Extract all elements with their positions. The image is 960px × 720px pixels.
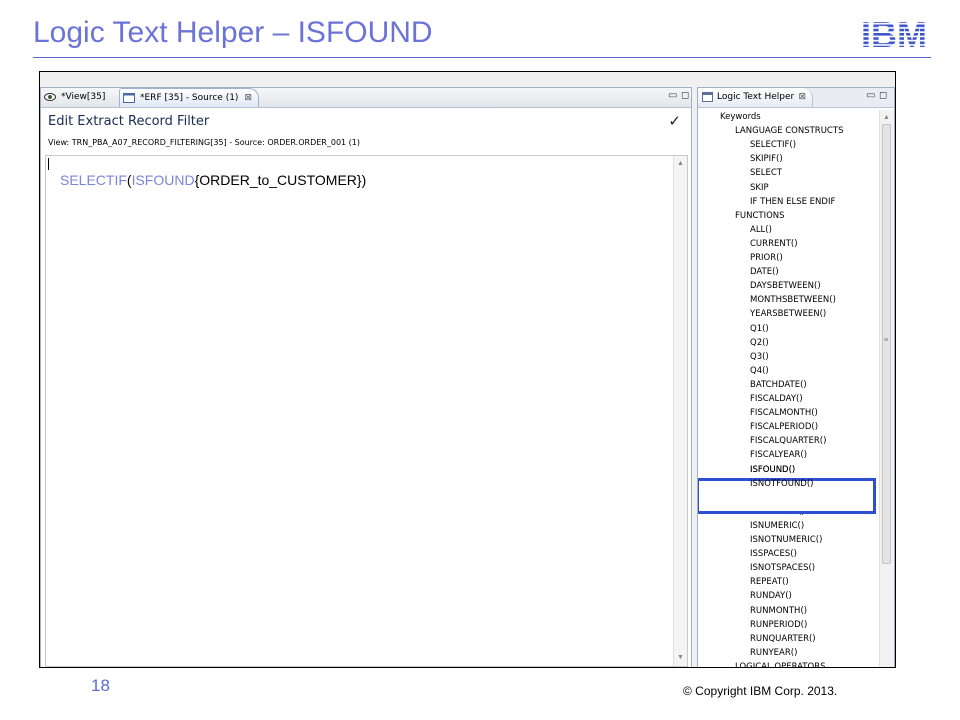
tree-item[interactable]: SELECT: [750, 166, 782, 180]
tree-item[interactable]: ISNOTNUMERIC(): [750, 533, 822, 547]
logic-text-code[interactable]: SELECTIF(ISFOUND{ORDER_to_CUSTOMER}): [60, 172, 366, 188]
tab-close-icon[interactable]: ⊠: [244, 89, 252, 108]
tree-item-highlighted[interactable]: ISNOTFOUND(): [750, 477, 813, 491]
tree-item[interactable]: FISCALPERIOD(): [750, 420, 818, 434]
helper-tab-label: Logic Text Helper: [717, 92, 795, 102]
code-argument: {ORDER_to_CUSTOMER}): [194, 172, 367, 188]
tree-vertical-scrollbar[interactable]: ▲ ≡: [879, 110, 894, 667]
editor-subheading: View: TRN_PBA_A07_RECORD_FILTERING[35] -…: [48, 138, 360, 147]
scroll-grip-icon: ≡: [884, 337, 889, 344]
title-divider: [33, 57, 931, 58]
text-caret: [48, 158, 49, 170]
tree-item[interactable]: LANGUAGE CONSTRUCTS: [735, 124, 843, 138]
tree-item[interactable]: BATCHDATE(): [750, 378, 807, 392]
tree-item[interactable]: Q4(): [750, 364, 769, 378]
code-keyword-selectif: SELECTIF: [60, 172, 127, 188]
tree-item[interactable]: DAYSBETWEEN(): [750, 279, 821, 293]
tab-erf-source[interactable]: *ERF [35] - Source (1) ⊠: [119, 88, 259, 107]
editor-vertical-scrollbar[interactable]: ▲ ▼: [673, 156, 687, 666]
logic-text-helper-pane: Logic Text Helper ⊠ ▭ ◻ Keywords LANGUAGE…: [697, 87, 895, 667]
tree-item[interactable]: SELECTIF(): [750, 138, 796, 152]
tree-item[interactable]: RUNYEAR(): [750, 646, 797, 660]
tab-view[interactable]: *View[35]: [41, 88, 119, 107]
tab-view-label: *View[35]: [61, 92, 106, 102]
tree-item[interactable]: Q2(): [750, 336, 769, 350]
tree-item[interactable]: FISCALQUARTER(): [750, 434, 826, 448]
tab-logic-text-helper[interactable]: Logic Text Helper ⊠: [698, 88, 813, 107]
tree-item[interactable]: LOGICAL OPERATORS: [735, 660, 826, 667]
tree-item[interactable]: FUNCTIONS: [735, 209, 785, 223]
tree-item[interactable]: Q1(): [750, 322, 769, 336]
tree-item[interactable]: CURRENT(): [750, 237, 798, 251]
maximize-icon[interactable]: ◻: [681, 90, 689, 101]
tree-item[interactable]: ALL(): [750, 223, 772, 237]
scroll-up-arrow-icon[interactable]: ▲: [674, 158, 687, 170]
eye-icon: [44, 93, 56, 101]
editor-pane: *View[35] *ERF [35] - Source (1) ⊠ ▭ ◻ E…: [40, 87, 692, 667]
tree-item[interactable]: RUNMONTH(): [750, 604, 807, 618]
tree-item[interactable]: FISCALMONTH(): [750, 406, 818, 420]
logic-text-editor[interactable]: SELECTIF(ISFOUND{ORDER_to_CUSTOMER}) ▲ ▼: [45, 155, 688, 667]
tree-item[interactable]: MONTHSBETWEEN(): [750, 293, 836, 307]
tree-item-highlighted[interactable]: ISFOUND(): [750, 463, 795, 477]
keywords-tree: Keywords LANGUAGE CONSTRUCTS SELECTIF() SKI…: [698, 110, 881, 667]
tree-item[interactable]: ISNUMERIC(): [750, 519, 804, 533]
tree-item[interactable]: IF THEN ELSE ENDIF: [750, 195, 835, 209]
code-keyword-isfound: ISFOUND: [131, 172, 195, 188]
minimize-icon[interactable]: ▭: [668, 90, 677, 101]
tab-erf-label: *ERF [35] - Source (1): [140, 93, 239, 103]
tree-item[interactable]: DATE(): [750, 265, 779, 279]
tree-item[interactable]: SKIP: [750, 181, 769, 195]
editor-header: Edit Extract Record Filter View: TRN_PBA…: [41, 108, 691, 154]
page-number: 18: [91, 676, 110, 695]
ibm-logo-text: IBM: [861, 16, 927, 50]
tree-item[interactable]: REPEAT(): [750, 575, 789, 589]
tree-item[interactable]: Keywords: [720, 110, 761, 124]
tree-item[interactable]: ISNOTSPACES(): [750, 561, 815, 575]
helper-maximize-icon[interactable]: ◻: [879, 90, 887, 101]
helper-tab-close-icon[interactable]: ⊠: [798, 88, 806, 107]
tree-item[interactable]: PRIOR(): [750, 251, 783, 265]
tree-scroll-thumb[interactable]: ≡: [882, 124, 891, 564]
helper-minimize-icon[interactable]: ▭: [866, 90, 875, 101]
tree-item[interactable]: SKIPIF(): [750, 152, 783, 166]
tree-item[interactable]: FISCALYEAR(): [750, 448, 807, 462]
editor-tabbar: *View[35] *ERF [35] - Source (1) ⊠ ▭ ◻: [41, 88, 691, 108]
view-icon: [702, 92, 713, 102]
tree-item[interactable]: ISSPACES(): [750, 547, 797, 561]
copyright-notice: © Copyright IBM Corp. 2013.: [683, 684, 838, 698]
tree-item[interactable]: Q3(): [750, 350, 769, 364]
tree-item[interactable]: RUNPERIOD(): [750, 618, 807, 632]
tree-item[interactable]: YEARSBETWEEN(): [750, 307, 826, 321]
scroll-down-arrow-icon[interactable]: ▼: [674, 652, 687, 664]
checkmark-icon[interactable]: ✓: [668, 112, 681, 130]
tree-item[interactable]: RUNQUARTER(): [750, 632, 816, 646]
ibm-logo: IBM: [861, 16, 927, 50]
eclipse-screenshot: *View[35] *ERF [35] - Source (1) ⊠ ▭ ◻ E…: [39, 71, 896, 668]
tree-scroll-up-icon[interactable]: ▲: [880, 112, 893, 124]
document-icon: [123, 93, 135, 103]
tree-item[interactable]: RUNDAY(): [750, 589, 792, 603]
editor-heading: Edit Extract Record Filter: [48, 114, 210, 129]
tree-item[interactable]: FISCALDAY(): [750, 392, 803, 406]
slide-title: Logic Text Helper – ISFOUND: [33, 16, 433, 49]
